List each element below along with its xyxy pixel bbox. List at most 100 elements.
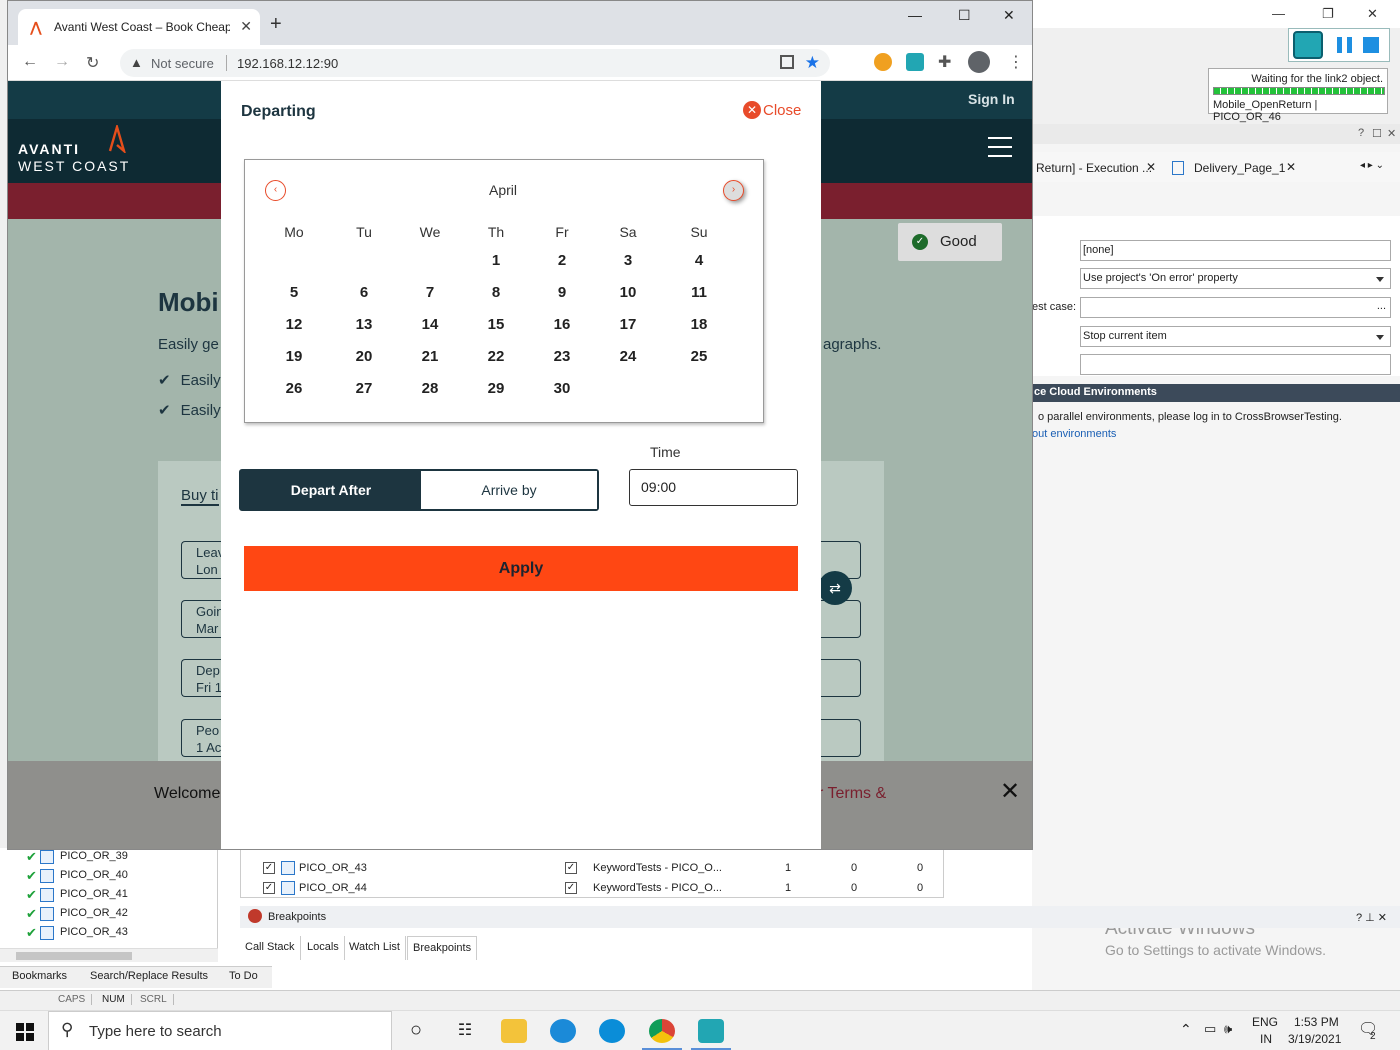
bookmark-star-icon[interactable]: ★ [805, 53, 820, 73]
calendar-day[interactable]: 24 [603, 348, 653, 365]
field-right-edge[interactable] [821, 659, 861, 697]
menu-kebab-icon[interactable]: ⋮ [1008, 52, 1024, 72]
network-icon[interactable]: ▭ [1204, 1021, 1216, 1037]
calendar-day[interactable]: 17 [603, 316, 653, 333]
calendar-day[interactable]: 2 [537, 252, 587, 269]
maximize-icon[interactable]: ☐ [1372, 127, 1382, 140]
close-button[interactable]: ✕ Close [743, 101, 801, 119]
security-label[interactable]: Not secure [151, 56, 214, 71]
tab-breakpoints[interactable]: Breakpoints [407, 936, 478, 960]
field-right-edge[interactable] [821, 600, 861, 638]
apply-button[interactable]: Apply [244, 546, 798, 591]
browser-tab[interactable]: ⋀ Avanti West Coast – Book Cheap ✕ [18, 9, 260, 45]
calendar-day[interactable]: 9 [537, 284, 587, 301]
new-tab-icon[interactable]: + [270, 13, 282, 36]
calendar-day[interactable]: 1 [471, 252, 521, 269]
extension-icon[interactable] [874, 53, 892, 71]
calendar-day[interactable]: 15 [471, 316, 521, 333]
ide-close-icon[interactable]: ✕ [1367, 6, 1378, 22]
calendar-day[interactable]: 26 [269, 380, 319, 397]
testcomplete-extension-icon[interactable] [906, 53, 924, 71]
calendar-day[interactable]: 8 [471, 284, 521, 301]
close-panel-icon[interactable]: ✕ [1387, 127, 1396, 140]
calendar-day[interactable]: 13 [339, 316, 389, 333]
property-field-5[interactable] [1080, 354, 1391, 375]
hamburger-menu-icon[interactable] [988, 137, 1012, 157]
forward-icon[interactable]: → [54, 53, 70, 71]
grid-row[interactable]: ✓ PICO_OR_43 ✓ KeywordTests - PICO_O... … [241, 858, 945, 878]
url-text[interactable]: 192.168.12.12:90 [237, 56, 338, 71]
address-bar[interactable]: ▲ Not secure 192.168.12.12:90 ★ [120, 49, 830, 77]
profile-avatar-icon[interactable] [968, 51, 990, 73]
buy-tickets-tab[interactable]: Buy ti [181, 487, 219, 506]
skype-icon[interactable] [599, 1019, 625, 1043]
calendar-day[interactable]: 28 [405, 380, 455, 397]
tab-close-icon[interactable]: ✕ [1286, 160, 1296, 174]
tab-execution[interactable]: Return] - Execution ... ✕ [1032, 158, 1158, 180]
calendar-day[interactable]: 23 [537, 348, 587, 365]
ide-minimize-icon[interactable]: — [1272, 6, 1285, 21]
tab-close-icon[interactable]: ✕ [1146, 160, 1156, 174]
calendar-day[interactable]: 14 [405, 316, 455, 333]
tab-delivery-page[interactable]: Delivery_Page_1 ✕ [1170, 158, 1300, 180]
stop-item-select[interactable]: Stop current item [1080, 326, 1391, 347]
tab-scroll-icon[interactable]: ◂ ▸ ⌄ [1360, 160, 1384, 171]
cloud-environments-link[interactable]: out environments [1032, 428, 1116, 440]
on-error-select[interactable]: Use project's 'On error' property [1080, 268, 1391, 289]
puzzle-icon[interactable]: ✚ [938, 52, 951, 72]
calendar-day[interactable]: 30 [537, 380, 587, 397]
tab-call-stack[interactable]: Call Stack [240, 936, 301, 960]
taskbar-search[interactable]: ⚲ Type here to search [48, 1011, 392, 1050]
back-icon[interactable]: ← [22, 53, 38, 71]
start-button[interactable] [0, 1011, 48, 1050]
calendar-day[interactable]: 19 [269, 348, 319, 365]
chevron-up-icon[interactable]: ⌃ [1180, 1021, 1192, 1038]
window-minimize-icon[interactable]: — [908, 7, 922, 23]
tab-todo[interactable]: To Do [229, 970, 258, 982]
calendar-day[interactable]: 21 [405, 348, 455, 365]
calendar-day[interactable]: 10 [603, 284, 653, 301]
row-checkbox[interactable]: ✓ [565, 882, 577, 894]
calendar-day[interactable]: 3 [603, 252, 653, 269]
qr-code-icon[interactable] [780, 55, 794, 69]
ide-restore-icon[interactable]: ❐ [1322, 6, 1334, 22]
calendar-day[interactable]: 27 [339, 380, 389, 397]
cookie-close-icon[interactable]: ✕ [1000, 777, 1020, 806]
calendar-day[interactable]: 16 [537, 316, 587, 333]
test-case-field[interactable]: ... [1080, 297, 1391, 318]
sign-in-link[interactable]: Sign In [968, 91, 1015, 107]
task-view-icon[interactable]: ☷ [452, 1019, 478, 1043]
language-top[interactable]: ENG [1252, 1015, 1278, 1029]
row-checkbox[interactable]: ✓ [263, 882, 275, 894]
tree-scrollbar[interactable] [0, 948, 218, 962]
stop-icon[interactable] [1363, 37, 1379, 53]
scrollbar-thumb[interactable] [16, 952, 132, 960]
calendar-day[interactable]: 29 [471, 380, 521, 397]
reload-icon[interactable]: ↻ [86, 53, 99, 73]
volume-icon[interactable]: 🕪 [1224, 1021, 1232, 1037]
logo-line-2[interactable]: WEST COAST [18, 158, 130, 174]
clock-time[interactable]: 1:53 PM [1294, 1015, 1339, 1029]
calendar-day[interactable]: 18 [674, 316, 724, 333]
time-input[interactable]: 09:00 [629, 469, 798, 506]
warning-icon[interactable]: ▲ [130, 55, 143, 70]
calendar-day[interactable]: 11 [674, 284, 724, 301]
next-month-icon[interactable]: › [723, 180, 744, 201]
swap-stations-icon[interactable]: ⇄ [818, 571, 852, 605]
tab-search-replace[interactable]: Search/Replace Results [90, 970, 208, 982]
tab-locals[interactable]: Locals [302, 936, 345, 960]
help-icon[interactable]: ? ⊥ ✕ [1356, 911, 1387, 924]
calendar-day[interactable]: 25 [674, 348, 724, 365]
arrive-by-button[interactable]: Arrive by [421, 471, 597, 509]
pause-icon[interactable] [1337, 37, 1353, 53]
calendar-day[interactable]: 4 [674, 252, 724, 269]
calendar-day[interactable]: 7 [405, 284, 455, 301]
logo-line-1[interactable]: AVANTI [18, 141, 80, 157]
clock-date[interactable]: 3/19/2021 [1288, 1032, 1341, 1046]
window-close-icon[interactable]: ✕ [1003, 7, 1015, 24]
calendar-day[interactable]: 6 [339, 284, 389, 301]
browse-button[interactable]: ... [1377, 300, 1386, 312]
row-checkbox[interactable]: ✓ [263, 862, 275, 874]
window-maximize-icon[interactable]: ☐ [958, 7, 971, 24]
field-right-edge[interactable] [821, 719, 861, 757]
